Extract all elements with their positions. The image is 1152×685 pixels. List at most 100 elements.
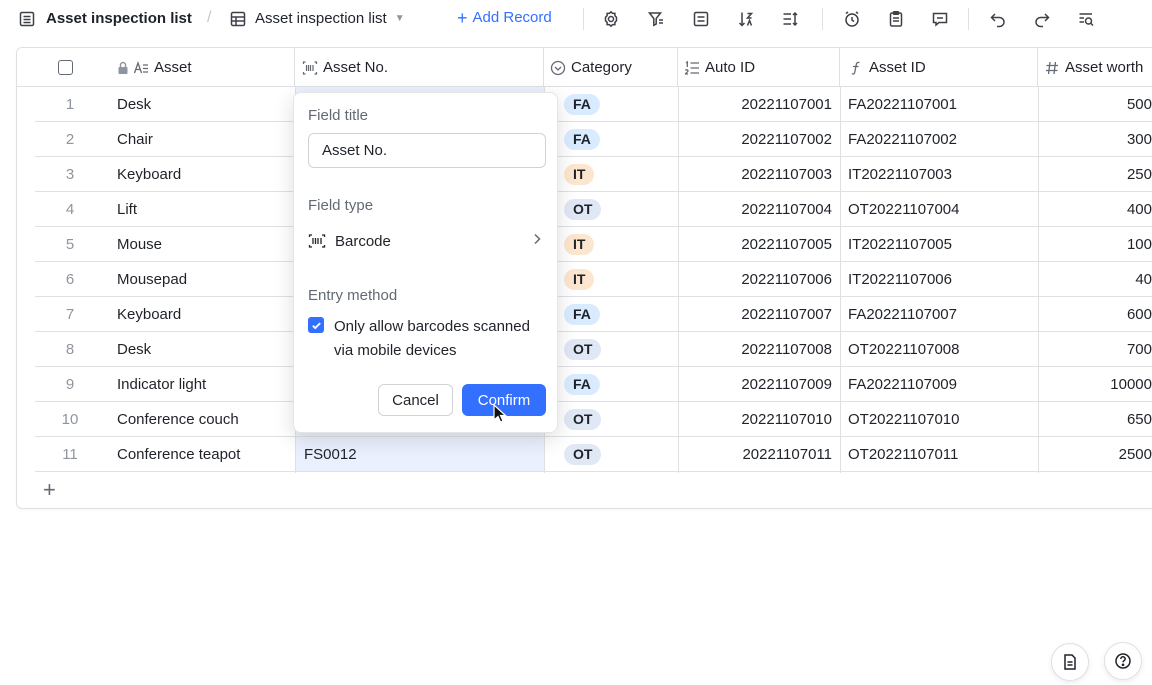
cell-asset-id[interactable]: FA20221107001 — [848, 87, 1038, 122]
cell-category[interactable]: OT — [556, 332, 688, 367]
table-row[interactable]: 11 Conference teapot FS0012 OT 20221107011 OT… — [35, 437, 1152, 472]
table-row[interactable]: 8 Desk OT 20221107008 OT20221107008 700 — [35, 332, 1152, 367]
table-row[interactable]: 9 Indicator light FA 20221107009 FA202211070… — [35, 367, 1152, 402]
cell-asset-id[interactable]: IT20221107003 — [848, 157, 1038, 192]
row-number[interactable]: 2 — [35, 122, 105, 157]
undo-icon[interactable] — [988, 9, 1008, 29]
help-button[interactable] — [1104, 642, 1142, 680]
document-button[interactable] — [1051, 643, 1089, 681]
add-record-button[interactable]: + Add Record — [457, 9, 552, 27]
cell-asset-worth[interactable]: 300 — [1038, 122, 1152, 157]
cell-auto-id[interactable]: 20221107004 — [678, 192, 832, 227]
cell-asset-worth[interactable]: 700 — [1038, 332, 1152, 367]
cell-asset-id[interactable]: OT20221107008 — [848, 332, 1038, 367]
cell-asset-worth[interactable]: 400 — [1038, 192, 1152, 227]
row-height-icon[interactable] — [780, 9, 800, 29]
search-icon[interactable] — [1076, 9, 1096, 29]
cell-asset[interactable]: Keyboard — [117, 297, 293, 332]
cell-asset[interactable]: Conference teapot — [117, 437, 293, 472]
cell-asset[interactable]: Chair — [117, 122, 293, 157]
sort-icon[interactable] — [736, 9, 756, 29]
cancel-button[interactable]: Cancel — [378, 384, 453, 416]
row-number[interactable]: 1 — [35, 87, 105, 122]
clock-icon[interactable] — [842, 9, 862, 29]
cell-asset[interactable]: Indicator light — [117, 367, 293, 402]
table-row[interactable]: 2 Chair FA 20221107002 FA20221107002 300 — [35, 122, 1152, 157]
cell-auto-id[interactable]: 20221107007 — [678, 297, 832, 332]
cell-asset-id[interactable]: IT20221107005 — [848, 227, 1038, 262]
table-row[interactable]: 1 Desk FA 20221107001 FA20221107001 500 — [35, 87, 1152, 122]
row-number[interactable]: 3 — [35, 157, 105, 192]
cell-auto-id[interactable]: 20221107003 — [678, 157, 832, 192]
row-number[interactable]: 9 — [35, 367, 105, 402]
cell-category[interactable]: IT — [556, 227, 688, 262]
row-number[interactable]: 5 — [35, 227, 105, 262]
cell-auto-id[interactable]: 20221107011 — [678, 437, 832, 472]
cell-asset-id[interactable]: OT20221107010 — [848, 402, 1038, 437]
cell-category[interactable]: IT — [556, 157, 688, 192]
row-number[interactable]: 4 — [35, 192, 105, 227]
row-number[interactable]: 7 — [35, 297, 105, 332]
cell-asset-worth[interactable]: 2500 — [1038, 437, 1152, 472]
cell-category[interactable]: FA — [556, 87, 688, 122]
cell-asset-id[interactable]: OT20221107004 — [848, 192, 1038, 227]
cell-asset-worth[interactable]: 10000 — [1038, 367, 1152, 402]
row-number[interactable]: 11 — [35, 437, 105, 472]
cell-category[interactable]: FA — [556, 297, 688, 332]
cell-category[interactable]: OT — [556, 192, 688, 227]
cell-auto-id[interactable]: 20221107001 — [678, 87, 832, 122]
table-row[interactable]: 5 Mouse IT 20221107005 IT20221107005 100 — [35, 227, 1152, 262]
column-header-asset-worth[interactable]: Asset worth — [1038, 48, 1152, 87]
cell-asset-id[interactable]: FA20221107002 — [848, 122, 1038, 157]
cell-auto-id[interactable]: 20221107008 — [678, 332, 832, 367]
cell-category[interactable]: FA — [556, 367, 688, 402]
cell-asset-no[interactable]: FS0012 — [295, 437, 544, 471]
cell-asset-worth[interactable]: 650 — [1038, 402, 1152, 437]
table-row[interactable]: 4 Lift OT 20221107004 OT20221107004 400 — [35, 192, 1152, 227]
cell-asset[interactable]: Desk — [117, 332, 293, 367]
field-type-selector[interactable]: Barcode — [308, 230, 546, 252]
redo-icon[interactable] — [1032, 9, 1052, 29]
group-icon[interactable] — [691, 9, 711, 29]
settings-icon[interactable] — [601, 9, 621, 29]
cell-asset-id[interactable]: FA20221107009 — [848, 367, 1038, 402]
row-number[interactable]: 8 — [35, 332, 105, 367]
row-number[interactable]: 10 — [35, 402, 105, 437]
table-row[interactable]: 6 Mousepad IT 20221107006 IT20221107006 40 — [35, 262, 1152, 297]
table-row[interactable]: 7 Keyboard FA 20221107007 FA20221107007 600 — [35, 297, 1152, 332]
view-selector[interactable]: Asset inspection list ▼ — [255, 10, 405, 27]
cell-category[interactable]: IT — [556, 262, 688, 297]
mobile-scan-only-checkbox[interactable] — [308, 317, 324, 333]
column-header-asset-id[interactable]: Asset ID — [840, 48, 1038, 87]
cell-auto-id[interactable]: 20221107006 — [678, 262, 832, 297]
cell-asset-worth[interactable]: 600 — [1038, 297, 1152, 332]
table-title[interactable]: Asset inspection list — [46, 10, 192, 27]
table-row[interactable]: 3 Keyboard IT 20221107003 IT20221107003 250 — [35, 157, 1152, 192]
cell-asset[interactable]: Desk — [117, 87, 293, 122]
filter-icon[interactable] — [646, 9, 666, 29]
comment-icon[interactable] — [930, 9, 950, 29]
column-header-asset[interactable]: Asset — [113, 48, 295, 87]
column-header-asset-no[interactable]: Asset No. — [295, 48, 544, 87]
cell-asset-id[interactable]: IT20221107006 — [848, 262, 1038, 297]
add-row-button[interactable]: + — [43, 479, 56, 501]
field-title-input[interactable]: Asset No. — [308, 133, 546, 168]
cell-asset[interactable]: Mouse — [117, 227, 293, 262]
cell-category[interactable]: OT — [556, 437, 688, 472]
row-number[interactable]: 6 — [35, 262, 105, 297]
cell-asset-id[interactable]: OT20221107011 — [848, 437, 1038, 472]
cell-auto-id[interactable]: 20221107010 — [678, 402, 832, 437]
clipboard-icon[interactable] — [886, 9, 906, 29]
cell-asset-id[interactable]: FA20221107007 — [848, 297, 1038, 332]
cell-category[interactable]: OT — [556, 402, 688, 437]
cell-auto-id[interactable]: 20221107002 — [678, 122, 832, 157]
cell-asset[interactable]: Conference couch — [117, 402, 293, 437]
select-all-checkbox[interactable] — [57, 60, 73, 75]
cell-auto-id[interactable]: 20221107005 — [678, 227, 832, 262]
cell-asset[interactable]: Lift — [117, 192, 293, 227]
cell-asset-worth[interactable]: 500 — [1038, 87, 1152, 122]
cell-asset-worth[interactable]: 40 — [1038, 262, 1152, 297]
cell-asset-worth[interactable]: 250 — [1038, 157, 1152, 192]
column-header-category[interactable]: Category — [544, 48, 678, 87]
column-header-auto-id[interactable]: Auto ID — [678, 48, 840, 87]
